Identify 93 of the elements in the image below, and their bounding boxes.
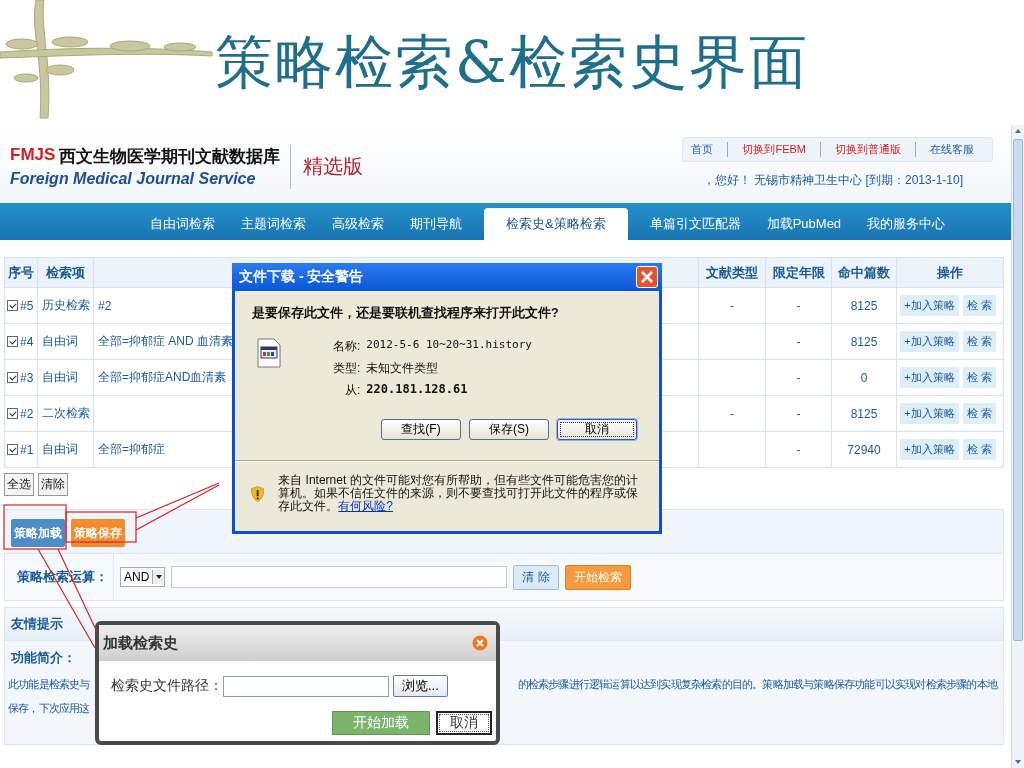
column-header: 命中篇数 — [838, 263, 890, 282]
table-button[interactable]: 全选 — [4, 473, 34, 496]
checkbox[interactable] — [7, 444, 18, 455]
action-button[interactable]: +加入策略 — [900, 331, 959, 352]
nav-tab[interactable]: 我的服务中心 — [857, 208, 956, 240]
action-button[interactable]: 检 索 — [962, 439, 996, 460]
logo-mark: FMJS — [10, 145, 56, 166]
logo-name: 西文生物医学期刊文献数据库 — [59, 146, 281, 168]
table-cell: 二次检索 — [38, 396, 94, 432]
description-text: 的检索步骤进行逻辑运算以达到实现复杂检索的目的。策略加载与策略保存功能可以实现对检索步骤的本地 — [517, 678, 997, 692]
checkbox[interactable] — [7, 336, 18, 347]
table-cell: - — [766, 288, 832, 324]
dialog-question: 是要保存此文件，还是要联机查找程序来打开此文件? — [252, 305, 560, 322]
field-label: 类型: — [333, 360, 361, 377]
table-cell: 8125 — [832, 288, 897, 324]
risk-link[interactable]: 有何风险? — [338, 499, 393, 513]
field-label: 检索史文件路径： — [111, 677, 223, 695]
dialog-title: 文件下载 - 安全警告 — [239, 268, 364, 286]
action-button[interactable]: +加入策略 — [900, 295, 959, 316]
column-header: 操作 — [937, 263, 963, 282]
table-cell: #1 — [20, 442, 34, 457]
top-link[interactable]: 首页 — [689, 142, 728, 157]
table-cell: 72940 — [832, 432, 897, 468]
column-header: 序号 — [8, 263, 34, 282]
table-cell: 8125 — [832, 396, 897, 432]
file-path-input[interactable] — [223, 675, 389, 697]
close-icon[interactable] — [472, 635, 488, 651]
action-button[interactable]: 检 索 — [962, 295, 996, 316]
action-button[interactable]: +加入策略 — [900, 439, 959, 460]
nav-tab[interactable]: 加载PubMed — [756, 208, 852, 240]
dialog-button[interactable]: 查找(F) — [381, 419, 461, 440]
field-value: 未知文件类型 — [366, 360, 440, 377]
slide-title: 策略检索&检索史界面 — [215, 26, 809, 98]
table-cell: 自由词 — [38, 432, 94, 468]
panel-title: 友情提示 — [11, 615, 63, 633]
top-link[interactable]: 切换到普通版 — [820, 142, 915, 157]
nav-tab[interactable]: 主题词检索 — [231, 208, 316, 240]
description-text: 此功能是检索史与 — [8, 678, 90, 692]
nav-tab[interactable]: 检索史&策略检索 — [484, 208, 628, 240]
top-link[interactable]: 在线客服 — [915, 142, 988, 157]
strategy-button[interactable]: 策略加载 — [11, 519, 65, 547]
warning-text: 来自 Internet 的文件可能对您有所帮助，但有些文件可能危害您的计算机。如果不信任文件的来源，则不要查找可打开此文件的程序或保存此文件。有何风险? — [278, 474, 640, 513]
table-cell: 自由词 — [38, 324, 94, 360]
table-cell: 自由词 — [38, 360, 94, 396]
table-cell: 8125 — [832, 324, 897, 360]
dialog-button[interactable]: 取消 — [557, 419, 637, 440]
field-value: 220.181.128.61 — [366, 382, 469, 398]
checkbox[interactable] — [7, 408, 18, 419]
field-value: 2012-5-6 10~20~31.history — [366, 338, 532, 353]
dialog-button[interactable]: 保存(S) — [469, 419, 549, 440]
table-cell: 历史检索 — [38, 288, 94, 324]
action-button[interactable]: 检 索 — [962, 331, 996, 352]
field-label: 从: — [344, 382, 361, 399]
column-header: 文献类型 — [706, 263, 758, 282]
dialog-button[interactable]: 取消 — [436, 711, 492, 735]
top-link[interactable]: 切换到FEBM — [727, 142, 820, 157]
logo-subtitle: Foreign Medical Journal Service — [10, 170, 257, 188]
table-cell: #4 — [20, 334, 34, 349]
description-text: 保存，下次应用这 — [8, 702, 90, 716]
table-cell: - — [766, 396, 832, 432]
nav-tab[interactable]: 高级检索 — [322, 208, 394, 240]
action-button[interactable]: 检 索 — [962, 367, 996, 388]
strategy-input[interactable] — [171, 566, 508, 588]
table-cell: #2 — [20, 406, 34, 421]
greeting-text: ，您好！ 无锡市精神卫生中心 [到期：2013-1-10] — [702, 172, 963, 189]
edition-label: 精选版 — [303, 153, 364, 180]
checkbox[interactable] — [7, 300, 18, 311]
table-cell: #5 — [20, 298, 34, 313]
action-button[interactable]: +加入策略 — [900, 403, 959, 424]
table-cell: - — [699, 396, 766, 432]
table-cell: - — [766, 432, 832, 468]
table-cell: #3 — [20, 370, 34, 385]
close-icon[interactable] — [636, 266, 658, 288]
table-cell: - — [699, 288, 766, 324]
table-cell: - — [766, 360, 832, 396]
field-label: 名称: — [333, 338, 361, 355]
nav-tab[interactable]: 自由词检索 — [140, 208, 225, 240]
column-header: 限定年限 — [772, 263, 825, 282]
table-cell: - — [766, 324, 832, 360]
action-button[interactable]: +加入策略 — [900, 367, 959, 388]
nav-tab[interactable]: 期刊导航 — [400, 208, 472, 240]
table-cell: 0 — [832, 360, 897, 396]
file-icon — [257, 338, 281, 368]
table-button[interactable]: 清除 — [38, 473, 68, 496]
nav-tab[interactable]: 单篇引文匹配器 — [639, 208, 751, 240]
browse-button[interactable]: 浏览... — [393, 675, 448, 697]
checkbox[interactable] — [7, 372, 18, 383]
action-button[interactable]: 清 除 — [513, 564, 559, 590]
operator-select[interactable]: AND — [120, 567, 166, 587]
action-button[interactable]: 检 索 — [962, 403, 996, 424]
section-heading: 功能简介： — [11, 649, 77, 667]
dialog-title: 加载检索史 — [103, 633, 178, 653]
column-header: 检索项 — [46, 263, 85, 282]
